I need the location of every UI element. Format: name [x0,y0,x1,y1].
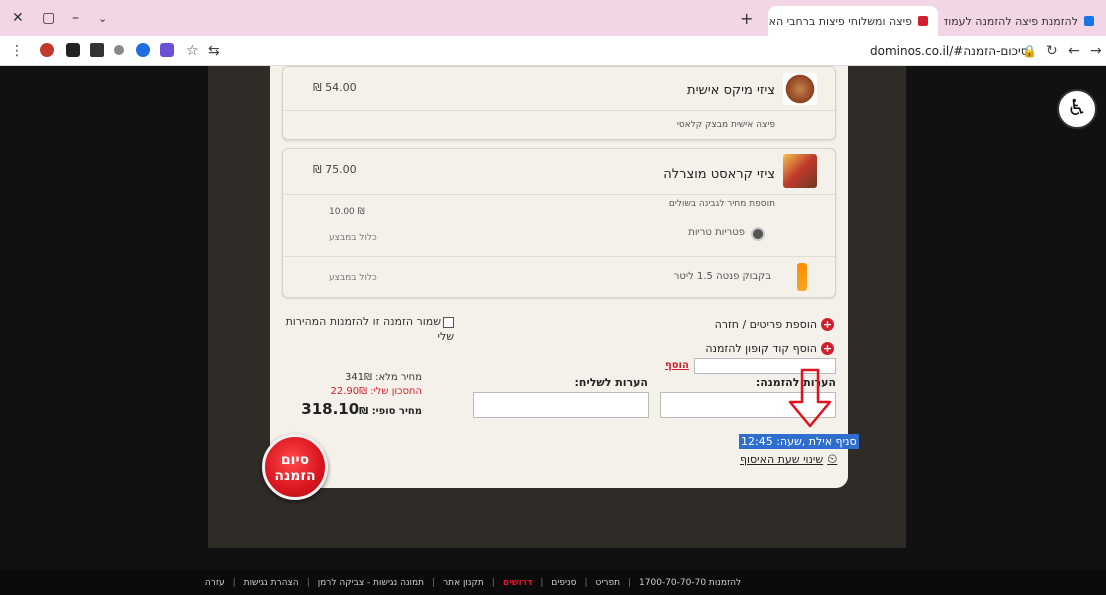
item-price: ₪ 75.00 [313,163,357,176]
addon-row: בקבוק פנטה 1.5 ליטר כלול במבצע [283,257,835,299]
site-footer: להזמנות 1700-70-70-70 | תפריט | סניפים |… [0,570,1106,595]
finish-order-button[interactable]: סיום הזמנה [262,434,328,500]
order-item-row: ציזי קראסט מוצרלה ₪ 75.00 [283,149,835,195]
tab-dominos-home[interactable]: להזמנת פיצה להזמנה לעמוד הבית [DOM-1] ✕ [944,6,1104,36]
currency-symbol: ₪ [359,406,369,417]
minimize-window-icon[interactable]: – [72,10,79,26]
item-name: ציזי מיקס אישית [687,83,775,98]
footer-terms-link[interactable]: תקנון אתר [443,578,484,588]
menu-icon[interactable]: ⋮ [10,43,24,59]
lock-icon[interactable]: 🔒 [1022,44,1037,58]
pickup-info: סניף אילת ,שעה: 12:45 [739,434,859,449]
footer-accessibility-image-link[interactable]: תמונה נגישות - צביקה לרמן [318,578,424,588]
item-extra: תוספת מחיר לגבינה בשולים [668,199,775,209]
tab-title: פיצה ומשלוחי פיצות ברחבי הארץ [768,14,912,28]
footer-separator: | [232,577,236,588]
footer-phone[interactable]: להזמנות 1700-70-70-70 [639,578,741,588]
order-item-card: ציזי קראסט מוצרלה ₪ 75.00 תוספת מחיר לגב… [282,148,836,298]
footer-separator: | [491,577,495,588]
plus-icon: + [821,318,834,331]
full-price: מחיר מלא: 341₪ [344,372,422,383]
extensions-icon[interactable] [90,43,104,57]
accessibility-icon[interactable]: ♿ [1057,89,1097,129]
addon-row: פטריות טריות כלול במבצע [283,217,835,257]
order-item-card: ציזי מיקס אישית ₪ 54.00 פיצה אישית מבצק … [282,66,836,140]
save-favorite-checkbox[interactable] [443,316,454,328]
add-extras-link[interactable]: + הוספת פריטים / חזרה [715,318,834,331]
savings: החסכון שלי: 22.90₪ [330,386,422,397]
change-time-label: שינוי שעת האיסוף [740,453,824,466]
down-arrow-annotation-icon [788,368,832,428]
footer-menu-link[interactable]: תפריט [596,578,620,588]
extension-blue-icon[interactable] [136,43,150,57]
pizza-image [783,73,817,105]
mushroom-icon [751,227,765,241]
footer-help-link[interactable]: עזרה [205,578,225,588]
restore-window-icon[interactable]: ▢ [42,10,55,26]
final-price-label: מחיר סופי: [371,406,422,417]
footer-separator: | [432,577,436,588]
footer-separator: | [540,577,544,588]
bottle-icon [797,263,807,291]
page: ♿ ציזי מיקס אישית ₪ 54.00 פיצה אישית מבצ… [0,66,1106,595]
footer-accessibility-statement-link[interactable]: הצהרת נגישות [244,578,299,588]
dominos-favicon-icon [1084,16,1094,26]
add-extras-label: הוספת פריטים / חזרה [714,318,817,331]
item-name: ציזי קראסט מוצרלה [663,167,775,182]
clock-icon: ⏲ [827,452,838,467]
item-price: ₪ 54.00 [313,81,357,94]
order-summary-panel: ציזי מיקס אישית ₪ 54.00 פיצה אישית מבצק … [270,66,859,488]
tab-pizza[interactable]: פיצה ומשלוחי פיצות ברחבי הארץ ✕ [768,6,938,36]
save-favorite-label: שמור הזמנה זו להזמנות המהירות שלי [285,315,454,343]
item-description-row: פיצה אישית מבצק קלאסי [283,111,835,141]
final-price: מחיר סופי: 318.10₪ [282,400,422,418]
order-item-row: ציזי מיקס אישית ₪ 54.00 [283,67,835,111]
add-coupon-label: הוסף קוד קופון להזמנה [705,342,817,355]
close-window-icon[interactable]: ✕ [12,10,24,26]
sidebar-icon[interactable] [66,43,80,57]
extension-purple-icon[interactable] [160,43,174,57]
item-description: פיצה אישית מבצק קלאסי [676,120,775,130]
addon-name: פטריות טריות [688,227,745,238]
add-coupon-link[interactable]: + הוסף קוד קופון להזמנה [705,342,834,355]
courier-notes-input[interactable] [473,392,649,418]
back-icon[interactable]: → [1090,43,1102,59]
browser-tab-bar: ✕ ▢ – ⌄ + פיצה ומשלוחי פיצות ברחבי הארץ … [0,0,1106,36]
courier-notes-label: הערות לשליח: [574,376,648,389]
plus-icon: + [821,342,834,355]
addon-status: כלול במבצע [329,273,377,283]
price-summary: מחיר מלא: 341₪ החסכון שלי: 22.90₪ מחיר ס… [282,372,422,418]
item-extra-row: תוספת מחיר לגבינה בשולים ₪ 10.00 [283,195,835,217]
change-pickup-time-link[interactable]: ⏲ שינוי שעת האיסוף [740,452,837,467]
forward-icon[interactable]: ← [1068,43,1080,59]
extension-dot-icon[interactable] [114,45,124,55]
final-price-value: 318.10 [301,400,360,418]
profile-icon[interactable] [40,43,54,57]
pizza-image [783,154,817,188]
footer-separator: | [306,577,310,588]
addon-status: כלול במבצע [329,233,377,243]
translate-icon[interactable]: ⇆ [208,43,220,59]
footer-jobs-link[interactable]: דרושים [503,578,533,588]
bookmark-star-icon[interactable]: ☆ [186,43,199,59]
coupon-add-button[interactable]: הוסף [665,360,689,371]
url-text[interactable]: dominos.co.il/#סיכום-הזמנה [870,44,1028,58]
item-extra-price: ₪ 10.00 [329,207,365,217]
browser-toolbar: ⋮ ☆ ⇆ dominos.co.il/#סיכום-הזמנה 🔒 ↻ ← → [0,36,1106,66]
pizza-favicon-icon [918,16,928,26]
addon-name: בקבוק פנטה 1.5 ליטר [673,271,771,282]
tab-title: להזמנת פיצה להזמנה לעמוד הבית [DOM-1] [944,14,1078,28]
save-favorite-option[interactable]: שמור הזמנה זו להזמנות המהירות שלי [284,314,454,344]
footer-branches-link[interactable]: סניפים [551,578,576,588]
tab-list-icon[interactable]: ⌄ [98,12,107,25]
footer-separator: | [584,577,588,588]
reload-icon[interactable]: ↻ [1046,43,1058,59]
new-tab-icon[interactable]: + [740,9,753,28]
footer-separator: | [628,577,632,588]
